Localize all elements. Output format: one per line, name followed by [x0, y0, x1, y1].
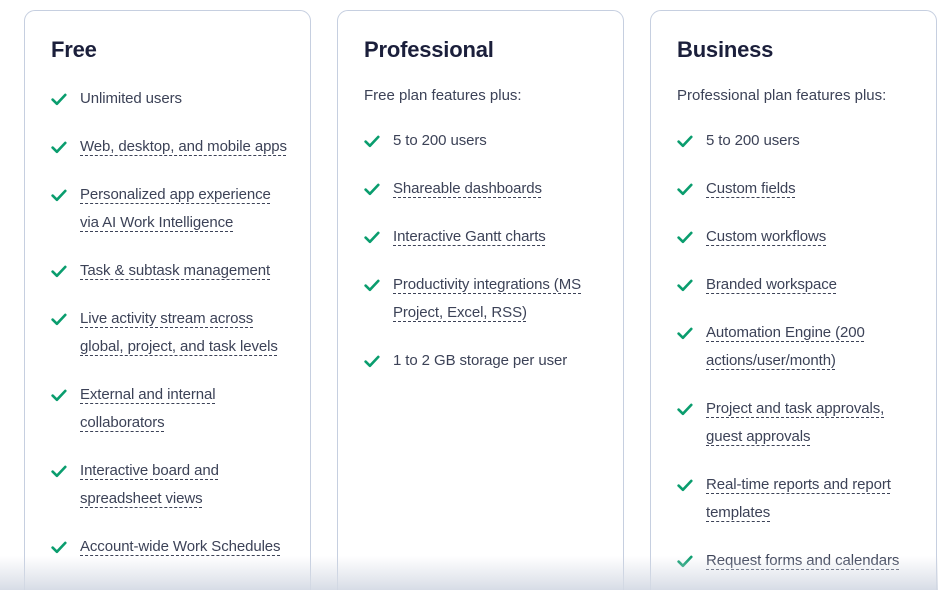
check-icon: [51, 305, 67, 333]
plan-title: Professional: [364, 37, 494, 62]
feature-label-tooltip[interactable]: Shareable dashboards: [393, 175, 542, 203]
check-icon: [364, 127, 380, 155]
feature-label-tooltip[interactable]: Request forms and calendars: [706, 547, 899, 575]
feature-label-tooltip[interactable]: Web, desktop, and mobile apps: [80, 133, 287, 161]
feature-label-tooltip[interactable]: Live activity stream across global, proj…: [80, 305, 288, 361]
check-icon: [51, 257, 67, 285]
plan-card-free: Free Unlimited users Web, desktop, and mob…: [24, 10, 311, 590]
check-icon: [364, 223, 380, 251]
check-icon: [677, 547, 693, 575]
feature-item: Task & subtask management: [51, 257, 288, 285]
plan-title: Free: [51, 37, 97, 62]
feature-item: 5 to 200 users: [364, 127, 601, 155]
plan-card-row: Free Unlimited users Web, desktop, and mob…: [0, 0, 938, 590]
plan-subtitle: Professional plan features plus:: [677, 87, 887, 105]
check-icon: [51, 181, 67, 209]
feature-label: 5 to 200 users: [393, 132, 487, 150]
check-icon: [51, 85, 67, 113]
feature-label-tooltip[interactable]: External and internal collaborators: [80, 381, 288, 437]
check-icon: [677, 271, 693, 299]
feature-item: 1 to 2 GB storage per user: [364, 347, 601, 375]
check-icon: [677, 175, 693, 203]
feature-item: Project and task approvals, guest approv…: [677, 395, 914, 451]
feature-item: Branded workspace: [677, 271, 914, 299]
feature-label-tooltip[interactable]: Account-wide Work Schedules: [80, 533, 281, 561]
feature-item: Interactive board and spreadsheet views: [51, 457, 288, 513]
feature-item: Unlimited users: [51, 85, 288, 113]
feature-item: Request forms and calendars: [677, 547, 914, 575]
feature-label-tooltip[interactable]: Task & subtask management: [80, 257, 270, 285]
feature-item: Custom fields: [677, 175, 914, 203]
plan-title: Business: [677, 37, 774, 62]
feature-item: External and internal collaborators: [51, 381, 288, 437]
feature-label: Unlimited users: [80, 90, 182, 108]
plan-comparison-panel: Free Unlimited users Web, desktop, and mob…: [0, 0, 938, 590]
feature-label: 5 to 200 users: [706, 132, 800, 150]
feature-label-tooltip[interactable]: Interactive Gantt charts: [393, 223, 546, 251]
feature-item: Account-wide Work Schedules: [51, 533, 288, 561]
check-icon: [364, 347, 380, 375]
feature-item: Custom workflows: [677, 223, 914, 251]
feature-label-tooltip[interactable]: Custom workflows: [706, 223, 826, 251]
feature-item: Live activity stream across global, proj…: [51, 305, 288, 361]
check-icon: [364, 271, 380, 299]
plan-subtitle: Free plan features plus:: [364, 87, 522, 105]
feature-list: 5 to 200 users Custom fields Custom workfl…: [677, 127, 914, 590]
check-icon: [51, 533, 67, 561]
feature-item: Real-time reports and report templates: [677, 471, 914, 527]
feature-item: Personalized app experience via AI Work …: [51, 181, 288, 237]
check-icon: [677, 223, 693, 251]
feature-list: Unlimited users Web, desktop, and mobile …: [51, 85, 288, 561]
feature-item: Web, desktop, and mobile apps: [51, 133, 288, 161]
feature-label-tooltip[interactable]: Productivity integrations (MS Project, E…: [393, 271, 601, 327]
feature-item: Automation Engine (200 actions/user/mont…: [677, 319, 914, 375]
check-icon: [364, 175, 380, 203]
feature-item: 5 to 200 users: [677, 127, 914, 155]
check-icon: [51, 381, 67, 409]
feature-label-tooltip[interactable]: Project and task approvals, guest approv…: [706, 395, 914, 451]
feature-label-tooltip[interactable]: Branded workspace: [706, 271, 837, 299]
plan-card-business: Business Professional plan features plus:…: [650, 10, 937, 590]
check-icon: [677, 127, 693, 155]
feature-item: Productivity integrations (MS Project, E…: [364, 271, 601, 327]
check-icon: [677, 395, 693, 423]
check-icon: [51, 457, 67, 485]
feature-list: 5 to 200 users Shareable dashboards Intera…: [364, 127, 601, 375]
check-icon: [677, 471, 693, 499]
feature-label-tooltip[interactable]: Interactive board and spreadsheet views: [80, 457, 288, 513]
feature-label: 1 to 2 GB storage per user: [393, 352, 568, 370]
feature-label-tooltip[interactable]: Personalized app experience via AI Work …: [80, 181, 288, 237]
check-icon: [677, 319, 693, 347]
check-icon: [51, 133, 67, 161]
plan-card-professional: Professional Free plan features plus: 5 to…: [337, 10, 624, 590]
feature-item: Interactive Gantt charts: [364, 223, 601, 251]
feature-label-tooltip[interactable]: Real-time reports and report templates: [706, 471, 914, 527]
feature-item: Shareable dashboards: [364, 175, 601, 203]
feature-label-tooltip[interactable]: Automation Engine (200 actions/user/mont…: [706, 319, 914, 375]
feature-label-tooltip[interactable]: Custom fields: [706, 175, 796, 203]
